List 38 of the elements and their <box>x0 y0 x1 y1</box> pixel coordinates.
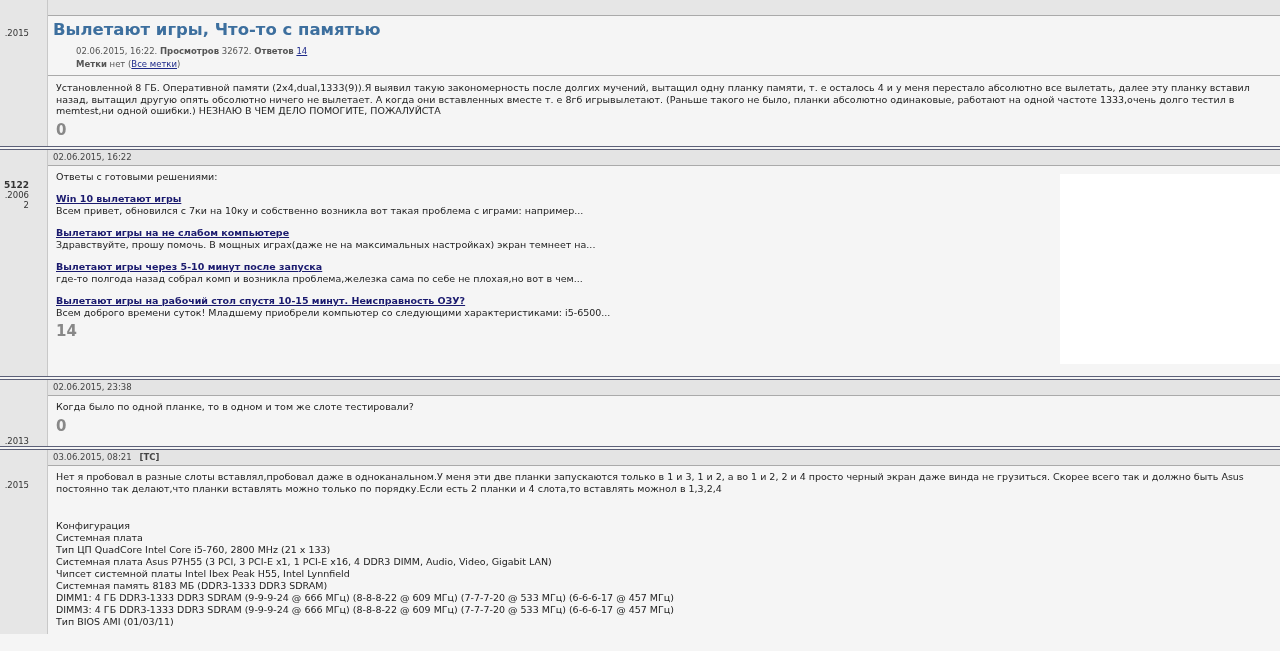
config-line: Конфигурация <box>56 520 130 532</box>
config-line: Системная память 8183 МБ (DDR3-1333 DDR3 SDRAM) <box>56 580 328 592</box>
config-line: Чипсет системной платы Intel Ibex Peak H55, Intel Lynnfield <box>56 568 350 580</box>
author-tag: [TC] <box>139 452 160 462</box>
author-info-text: .2015 <box>4 480 29 490</box>
author-info-text: 2 <box>23 199 29 210</box>
related-topic-link[interactable]: Вылетают игры на не слабом компьютере <box>56 227 290 239</box>
replies-link[interactable]: 14 <box>296 46 308 56</box>
topic-meta: 02.06.2015, 16:22. Просмотров 32672. Ответов 14 <box>76 45 309 58</box>
related-snippet: Всем доброго времени суток! Младшему приобрели компьютер со следующими характеристиками: i5-6500... <box>56 306 611 318</box>
related-snippet: где-то полгода назад собрал комп и возникла проблема,железка сама по себе не плохая,но вот в чем... <box>56 272 583 284</box>
config-line: Тип ЦП QuadCore Intel Core i5-760, 2800 MHz (21 x 133) <box>56 544 331 556</box>
config-line: Системная плата <box>56 532 143 544</box>
related-snippet: Всем привет, обновился с 7ки на 10ку и собственно возникла вот такая проблема с играми: например... <box>56 204 584 216</box>
author-info-text: 5122 <box>3 179 29 190</box>
author-info-text: .2015 <box>4 28 29 38</box>
topic-title: Вылетают игры, Что-то с памятью <box>53 19 382 41</box>
tags-line: Метки нет (Все метки) <box>76 58 182 71</box>
config-line: Системная плата Asus P7H55 (3 PCI, 3 PCI-E x1, 1 PCI-E x16, 4 DDR3 DIMM, Audio, Video, Gigabit LAN) <box>56 556 552 568</box>
post-rating: 14 <box>56 322 78 340</box>
related-topic-link[interactable]: Вылетают игры на рабочий стол спустя 10-15 минут. Неисправность ОЗУ? <box>56 295 466 307</box>
related-topic-link[interactable]: Вылетают игры через 5-10 минут после запуска <box>56 261 323 273</box>
related-intro: Ответы с готовыми решениями: <box>56 170 219 182</box>
related-snippet: Здравствуйте, прошу помочь. В мощных играх(даже не на максимальных настройках) экран темнеет на... <box>56 238 596 250</box>
config-line: DIMM3: 4 ГБ DDR3-1333 DDR3 SDRAM (9-9-9-24 @ 666 МГц) (8-8-8-22 @ 609 МГц) (7-7-7-20 @ 533 МГц) (6-6-6-17 @ 457 МГц) <box>56 604 674 616</box>
post-text: Установленной 8 ГБ. Оперативной памяти (2x4,dual,1333(9)).Я выявил такую закономерность после долгих мучений, вытащил одну планку памяти, т. е осталось 4 и у меня перестало абсолютно все вылетать, далее эту планку вставил назад, вытащил другую опять обсолютно ничего не вылетает. А когда они вставленных вместе т. е 8гб игрывылетают. (Раньше такого не было, планки абсолютно одинаковые, работают на одной частоте 1333,очень долго тестил в memtest,ни одной ошибки.) НЕЗНАЮ В ЧЕМ ДЕЛО ПОМОГИТЕ, ПОЖАЛУЙСТА <box>56 82 1251 117</box>
post-rating: 0 <box>56 120 68 139</box>
post-date: 02.06.2015, 16:22 <box>53 151 132 162</box>
author-info-text: .2013 <box>4 436 29 446</box>
post-text: Когда было по одной планке, то в одном и том же слоте тестировали? <box>56 401 415 413</box>
post-text: Нет я пробовал в разные слоты вставлял,пробовал даже в одноканальном.У меня эти две планки запускаются только в 1 и 3, 1 и 2, а во 1 и 2, 2 и 4 просто черный экран даже винда не грузиться. Скорее всего так и должно быть Asus постоянно так делают,что планки вставлять можно только по порядку.Если есть 2 планки и 4 слота,то вставлять можнол в 1,3,2,4 <box>56 471 1245 494</box>
post-date: 02.06.2015, 23:38 <box>53 382 132 392</box>
author-info-text: .2006 <box>4 189 29 200</box>
config-line: DIMM1: 4 ГБ DDR3-1333 DDR3 SDRAM (9-9-9-24 @ 666 МГц) (8-8-8-22 @ 609 МГц) (7-7-7-20 @ 533 МГц) (6-6-6-17 @ 457 МГц) <box>56 592 674 604</box>
post-date: 03.06.2015, 08:21 <box>53 452 132 462</box>
related-topic-link[interactable]: Win 10 вылетают игры <box>56 193 182 205</box>
post-rating: 0 <box>56 416 68 435</box>
config-line: Тип BIOS AMI (01/03/11) <box>56 616 174 628</box>
